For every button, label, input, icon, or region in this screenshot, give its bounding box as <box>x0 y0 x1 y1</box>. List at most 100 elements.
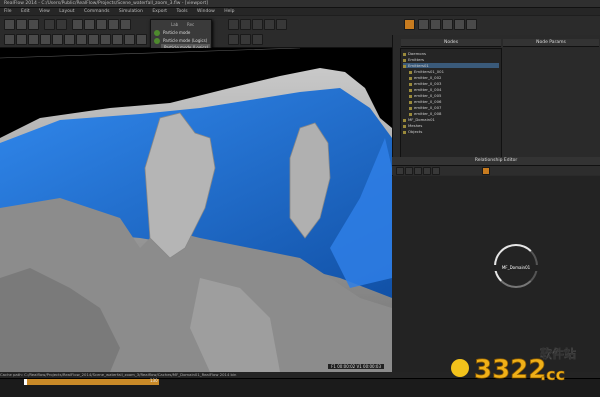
status-text: Cache path: C:/Realflow/Projects/RealFlo… <box>0 372 237 377</box>
frame-icon[interactable] <box>276 19 287 30</box>
node-params-header: Node Params <box>503 39 599 47</box>
outliner-item[interactable]: emitter_0_006 <box>409 99 441 104</box>
menu-tools[interactable]: Tools <box>173 9 192 14</box>
outliner-item[interactable]: emitter_0_003 <box>409 81 441 86</box>
outliner-item[interactable]: emitter_0_004 <box>409 87 441 92</box>
window-title: RealFlow 2014 - C:/Users/Public/RealFlow… <box>4 1 208 6</box>
mesh-icon[interactable] <box>40 34 51 45</box>
highlight-icon[interactable] <box>482 167 490 175</box>
outliner-item[interactable]: Meshes <box>403 123 422 128</box>
watermark-graphic: 3322 软件站 .cc <box>451 346 576 385</box>
domain-node-icon <box>403 118 406 122</box>
render-icon[interactable] <box>454 19 465 30</box>
relationship-editor-header: Relationship Editor <box>392 157 600 166</box>
panel-icon[interactable] <box>442 19 453 30</box>
outliner-item[interactable]: emitter_0_005 <box>409 93 441 98</box>
relationship-editor-toolbar <box>392 166 600 175</box>
menu-file[interactable]: File <box>0 9 16 14</box>
layout-icon[interactable] <box>430 19 441 30</box>
shading-icon[interactable] <box>240 19 251 30</box>
menu-view[interactable]: View <box>35 9 54 14</box>
outliner-item-selected[interactable]: Emitters01 <box>403 63 499 68</box>
node-label[interactable]: MF_Domain01 <box>494 265 538 271</box>
menu-layout[interactable]: Layout <box>55 9 78 14</box>
timeline-current-frame: 130 <box>150 378 158 383</box>
viewport-render <box>0 48 392 372</box>
menu-bar: File Edit View Layout Commands Simulatio… <box>0 8 600 15</box>
watermark-brand: 3322 <box>474 355 546 385</box>
menu-simulation[interactable]: Simulation <box>115 9 147 14</box>
outliner-item[interactable]: emitter_0_008 <box>409 111 441 116</box>
menu-export[interactable]: Export <box>148 9 171 14</box>
move-icon[interactable] <box>84 19 95 30</box>
menu-commands[interactable]: Commands <box>80 9 113 14</box>
settings-icon[interactable] <box>124 34 135 45</box>
3d-viewport[interactable]: F1 00:00:02 V1 00:00:03 <box>0 48 392 372</box>
watermark-domain: .cc <box>540 365 565 384</box>
light-icon[interactable] <box>252 19 263 30</box>
emitter-node-icon <box>409 106 412 110</box>
emitter-node-icon <box>409 70 412 74</box>
menu-window[interactable]: Window <box>193 9 219 14</box>
viewport-hud: F1 00:00:02 V1 00:00:03 <box>328 364 384 369</box>
watermark-logo: 3322 软件站 .cc <box>448 340 596 390</box>
camera-icon[interactable] <box>52 34 63 45</box>
new-icon[interactable] <box>4 19 15 30</box>
object-icon[interactable] <box>28 34 39 45</box>
script-icon[interactable] <box>136 34 147 45</box>
node-icon <box>403 64 406 68</box>
select-icon[interactable] <box>72 19 83 30</box>
check-icon <box>154 38 160 44</box>
outliner-item[interactable]: Emitters <box>403 57 424 62</box>
check-icon <box>154 30 160 36</box>
stop-icon[interactable] <box>240 34 251 45</box>
simulate-icon[interactable] <box>404 19 415 30</box>
filter-icon[interactable] <box>432 167 440 175</box>
dropdown-header-rec: Rec <box>187 22 195 27</box>
emitter-icon[interactable] <box>4 34 15 45</box>
undo-icon[interactable] <box>44 19 55 30</box>
outliner-item[interactable]: emitter_0_007 <box>409 105 441 110</box>
watermark-coin <box>451 359 469 377</box>
link-icon[interactable] <box>396 167 404 175</box>
rotate-icon[interactable] <box>96 19 107 30</box>
reset-icon[interactable] <box>252 34 263 45</box>
redo-icon[interactable] <box>56 19 67 30</box>
play-icon[interactable] <box>228 34 239 45</box>
node-icon <box>403 130 406 134</box>
node-icon <box>403 58 406 62</box>
rigid-body-icon[interactable] <box>88 34 99 45</box>
dropdown-item[interactable]: Particle mode <box>154 29 190 37</box>
dropdown-header-lab: Lab <box>171 22 179 27</box>
open-icon[interactable] <box>16 19 27 30</box>
nodes-panel-header: Nodes <box>401 39 501 47</box>
grid-icon[interactable] <box>264 19 275 30</box>
outliner-item[interactable]: MF_Domain01 <box>403 117 435 122</box>
snap-icon[interactable] <box>120 19 131 30</box>
view-icon[interactable] <box>228 19 239 30</box>
help-icon[interactable] <box>466 19 477 30</box>
zoom-icon[interactable] <box>414 167 422 175</box>
window-title-bar: RealFlow 2014 - C:/Users/Public/RealFlow… <box>0 0 600 8</box>
export-icon[interactable] <box>112 34 123 45</box>
timeline-range[interactable] <box>25 379 159 385</box>
save-icon[interactable] <box>28 19 39 30</box>
cache-icon[interactable] <box>418 19 429 30</box>
domain-icon[interactable] <box>64 34 75 45</box>
outliner-item[interactable]: emitter_0_002 <box>409 75 441 80</box>
graph-icon[interactable] <box>100 34 111 45</box>
daemon-icon[interactable] <box>16 34 27 45</box>
emitter-node-icon <box>409 94 412 98</box>
outliner-item[interactable]: Objects <box>403 129 422 134</box>
fit-icon[interactable] <box>423 167 431 175</box>
emitter-node-icon <box>409 112 412 116</box>
wave-icon[interactable] <box>76 34 87 45</box>
timeline-playhead[interactable] <box>24 379 27 385</box>
scale-icon[interactable] <box>108 19 119 30</box>
menu-help[interactable]: Help <box>220 9 238 14</box>
nodes-outliner: Daemons Emitters Emitters01 Emitters01_0… <box>400 48 502 158</box>
outliner-item[interactable]: Emitters01_001 <box>409 69 444 74</box>
outliner-item[interactable]: Daemons <box>403 51 426 56</box>
menu-edit[interactable]: Edit <box>17 9 34 14</box>
unlink-icon[interactable] <box>405 167 413 175</box>
